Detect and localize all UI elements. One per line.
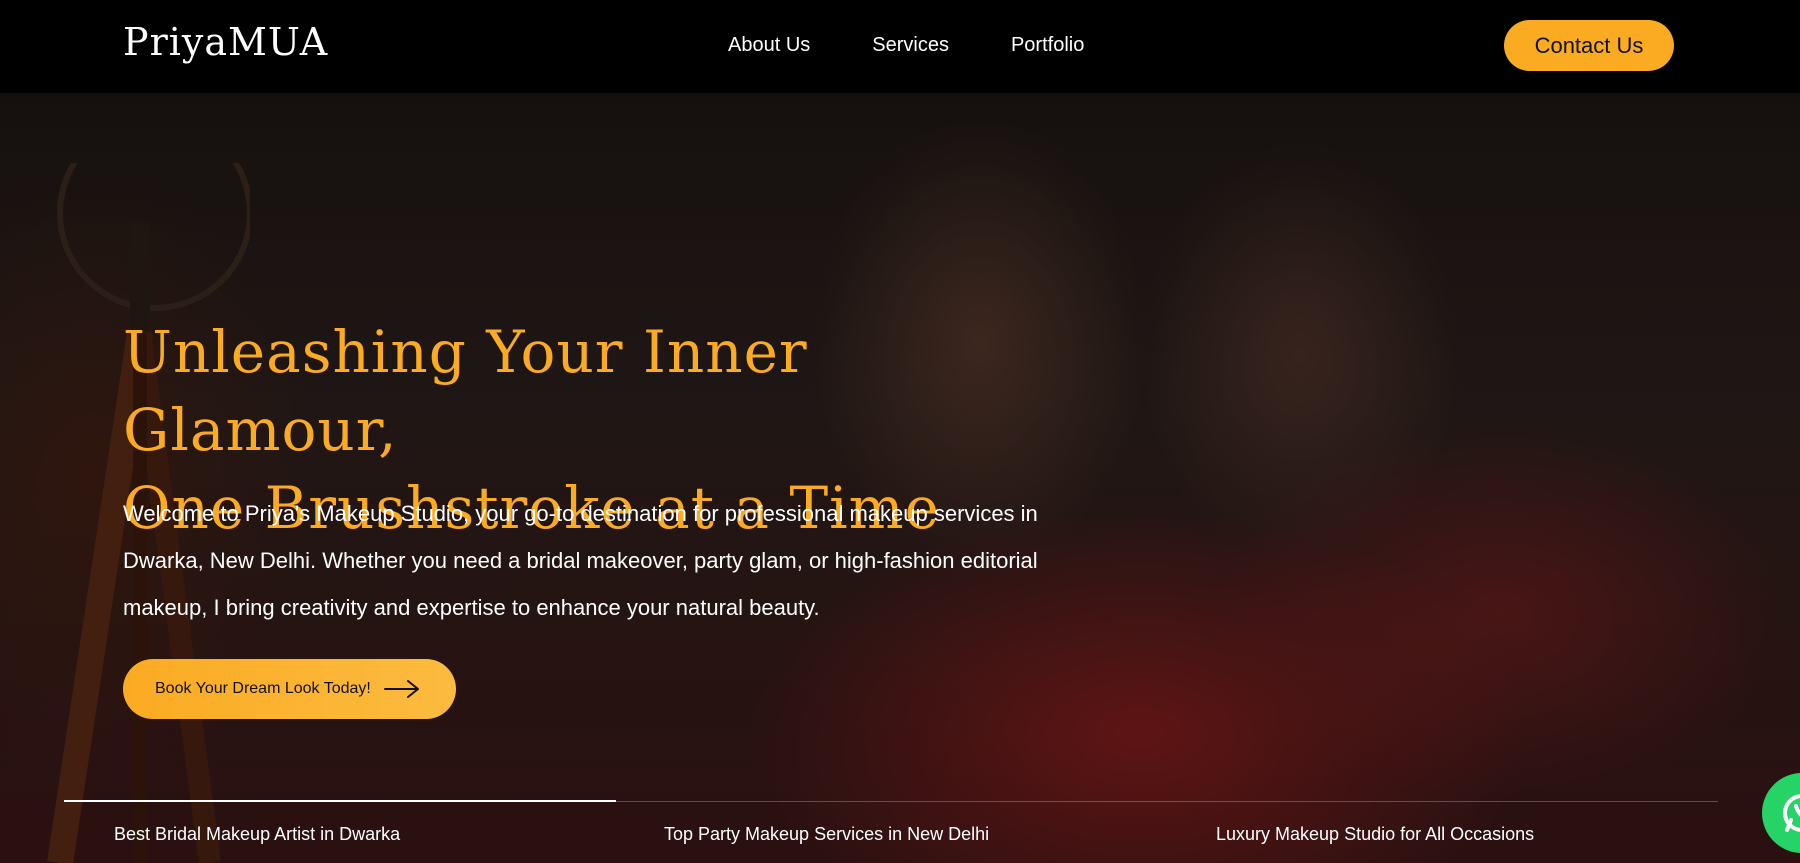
tagline-1: Best Bridal Makeup Artist in Dwarka xyxy=(114,824,401,844)
nav-about-us[interactable]: About Us xyxy=(728,34,810,57)
book-dream-look-button[interactable]: Book Your Dream Look Today! xyxy=(123,659,456,719)
hero-section: Unleashing Your Inner Glamour, One Brush… xyxy=(0,93,1800,863)
site-header: PriyaMUA About Us Services Portfolio Con… xyxy=(0,0,1800,93)
nav-portfolio[interactable]: Portfolio xyxy=(1011,34,1084,57)
tagline-3: Luxury Makeup Studio for All Occasions xyxy=(1216,824,1535,844)
main-nav: About Us Services Portfolio xyxy=(728,34,1084,57)
cta-label: Book Your Dream Look Today! xyxy=(155,680,371,697)
hero-intro: Welcome to Priya's Makeup Studio, your g… xyxy=(123,501,1038,620)
logo[interactable]: PriyaMUA xyxy=(123,20,328,64)
nav-services[interactable]: Services xyxy=(872,34,949,57)
arrow-right-icon xyxy=(383,679,421,699)
tagline-2: Top Party Makeup Services in New Delhi xyxy=(664,824,990,844)
contact-us-button[interactable]: Contact Us xyxy=(1504,20,1674,71)
tagline-active-indicator xyxy=(64,800,616,802)
headline-line-1: Unleashing Your Inner Glamour, xyxy=(123,318,808,464)
